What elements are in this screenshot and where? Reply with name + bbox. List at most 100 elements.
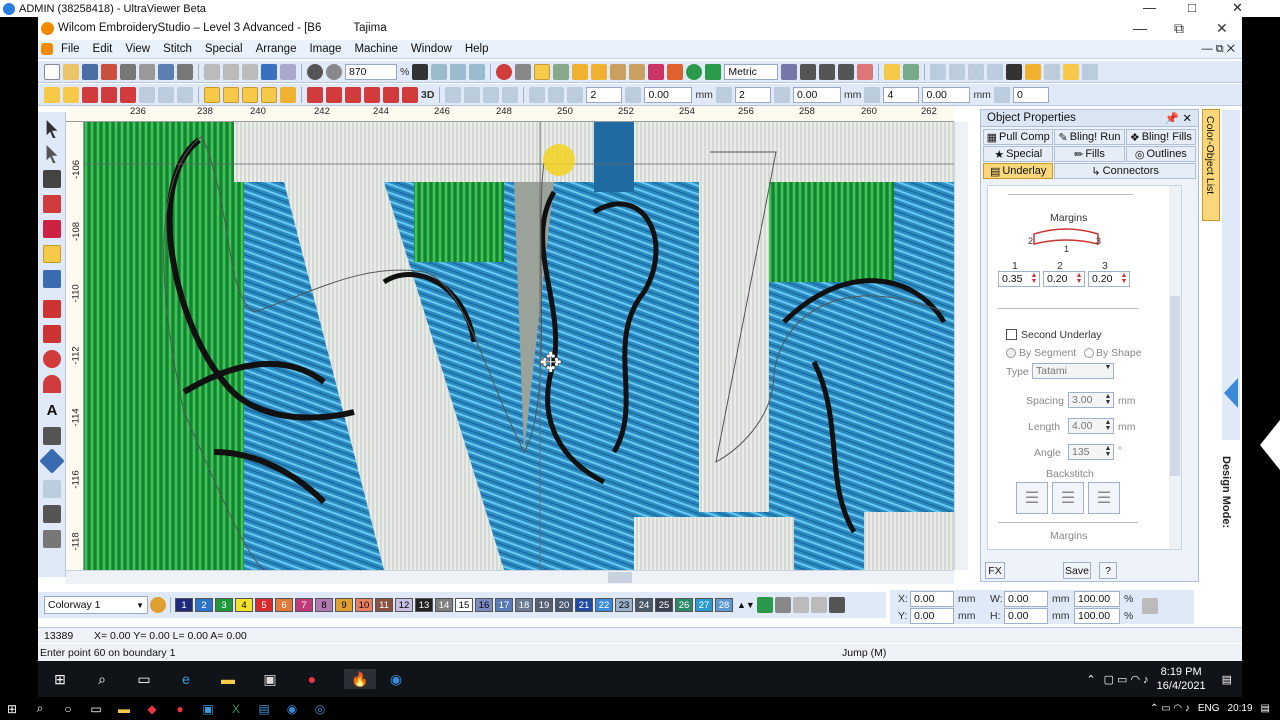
fill-tool-icon[interactable]: [43, 270, 61, 288]
undo-icon[interactable]: [261, 63, 277, 80]
knife-icon[interactable]: [43, 505, 61, 523]
print-preview-icon[interactable]: [139, 63, 155, 80]
color-object-list-tab[interactable]: Color-Object List: [1202, 109, 1220, 221]
menu-window[interactable]: Window: [411, 43, 452, 55]
reshape-icon[interactable]: [572, 63, 589, 80]
add-color-icon[interactable]: [756, 597, 773, 613]
hatch-tool-icon[interactable]: [43, 530, 61, 548]
more-icon[interactable]: [1082, 63, 1099, 80]
hoop-icon[interactable]: [648, 63, 665, 80]
pattern-icon-3[interactable]: [120, 86, 136, 103]
save-icon[interactable]: [82, 63, 98, 80]
column-spacing-input[interactable]: 0.00: [792, 86, 841, 103]
align-icon[interactable]: [930, 63, 947, 80]
columns-icon[interactable]: [715, 86, 732, 103]
color-chip-26[interactable]: 26: [675, 598, 693, 612]
table-icon-2[interactable]: [819, 63, 836, 80]
pattern-icon-2[interactable]: [101, 86, 117, 103]
tab-special[interactable]: ★ Special: [983, 146, 1054, 162]
colorway-select[interactable]: Colorway 1 ▼: [44, 596, 148, 614]
paste-icon[interactable]: [242, 63, 258, 80]
windows-start-icon-local[interactable]: ⊞: [2, 699, 22, 719]
color-chip-16[interactable]: 16: [475, 598, 493, 612]
remove-color-icon[interactable]: [774, 597, 791, 613]
tab-bling-run[interactable]: ✎ Bling! Run: [1054, 129, 1125, 145]
task-view-icon[interactable]: ▭: [134, 669, 154, 689]
export-icon[interactable]: [101, 63, 117, 80]
radius-input[interactable]: 0.00: [922, 86, 971, 103]
transform-icon-4[interactable]: [502, 86, 519, 103]
canvas-horizontal-scrollbar[interactable]: [66, 570, 954, 584]
cortana-icon[interactable]: ○: [58, 699, 78, 719]
spin-arrows-icon[interactable]: ▲ ▼: [1030, 272, 1038, 285]
print-icon[interactable]: [120, 63, 136, 80]
zoom-prev-icon[interactable]: [469, 63, 486, 80]
color-chip-3[interactable]: 3: [215, 598, 233, 612]
expand-arrow-icon[interactable]: [1224, 378, 1238, 408]
contour-icon[interactable]: [139, 86, 155, 103]
active-fill-icon-3[interactable]: [242, 86, 258, 103]
store-icon[interactable]: ▣: [260, 669, 280, 689]
app-restore-button[interactable]: ⧉: [1174, 20, 1184, 37]
send-to-machine-icon[interactable]: [158, 63, 174, 80]
menu-view[interactable]: View: [125, 43, 150, 55]
chrome-icon[interactable]: ●: [302, 669, 322, 689]
color-chip-17[interactable]: 17: [495, 598, 513, 612]
menu-machine[interactable]: Machine: [354, 43, 397, 55]
lock-proportions-icon[interactable]: [1142, 598, 1158, 614]
margin-3-input[interactable]: 0.20 ▲ ▼: [1088, 271, 1130, 287]
row-spacing-input[interactable]: 0.00: [644, 86, 693, 103]
windows-start-icon[interactable]: ⊞: [50, 669, 70, 689]
array-icon[interactable]: [529, 86, 546, 103]
columns-input[interactable]: 2: [734, 86, 771, 103]
fabric-icon[interactable]: [903, 63, 920, 80]
color-chip-9[interactable]: 9: [335, 598, 353, 612]
wand-icon[interactable]: [1025, 63, 1042, 80]
tatami-icon[interactable]: [63, 86, 79, 103]
effect-icon-5[interactable]: [383, 86, 399, 103]
wilcom-taskbar-icon[interactable]: 🔥: [344, 669, 376, 689]
angle-input[interactable]: 135 ▲ ▼: [1068, 444, 1114, 460]
rows-input[interactable]: 2: [586, 86, 623, 103]
3d-button[interactable]: 3D: [421, 89, 434, 101]
redo-icon[interactable]: [280, 63, 296, 80]
design-canvas[interactable]: ✥: [84, 122, 954, 570]
applique-icon[interactable]: [43, 480, 61, 498]
tab-outlines[interactable]: ◎ Outlines: [1125, 146, 1196, 162]
color-chip-8[interactable]: 8: [315, 598, 333, 612]
app-minimize-button[interactable]: —: [1133, 20, 1147, 36]
fx-button[interactable]: FX: [985, 562, 1005, 579]
app3-icon-local[interactable]: ▤: [254, 699, 274, 719]
clock[interactable]: 8:19 PM 16/4/2021: [1157, 665, 1206, 693]
app4-icon-local[interactable]: ◎: [310, 699, 330, 719]
color-chip-27[interactable]: 27: [695, 598, 713, 612]
freehand-icon[interactable]: [43, 195, 61, 213]
h-input[interactable]: 0.00: [1004, 608, 1048, 624]
reshape-tool-icon[interactable]: [43, 245, 61, 263]
col-spacing-icon[interactable]: [773, 86, 790, 103]
pattern-icon[interactable]: [82, 86, 98, 103]
circular-array-icon[interactable]: [864, 86, 881, 103]
menu-arrange[interactable]: Arrange: [256, 43, 297, 55]
tray-icons[interactable]: ▢ ▭ ◠ ♪: [1104, 673, 1149, 686]
open-file-icon[interactable]: [63, 63, 79, 80]
angle-icon[interactable]: [993, 86, 1010, 103]
effect-icon-4[interactable]: [364, 86, 380, 103]
color-chip-14[interactable]: 14: [435, 598, 453, 612]
scroll-thumb[interactable]: [608, 572, 632, 583]
effect-icon[interactable]: [307, 86, 323, 103]
stitch-type-icon[interactable]: [496, 63, 513, 80]
active-fill-icon-2[interactable]: [223, 86, 239, 103]
effect-icon-2[interactable]: [326, 86, 342, 103]
color-chip-4[interactable]: 4: [235, 598, 253, 612]
color-chip-28[interactable]: 28: [715, 598, 733, 612]
search-icon-local[interactable]: ⌕: [30, 699, 50, 719]
app2-icon-local[interactable]: ▣: [198, 699, 218, 719]
spin-arrows-icon[interactable]: ▲ ▼: [1075, 272, 1083, 285]
type-select[interactable]: Tatami ▼: [1032, 363, 1114, 379]
copies-input[interactable]: 4: [883, 86, 920, 103]
zoom-selected-icon[interactable]: [450, 63, 467, 80]
panel-scrollbar[interactable]: [1169, 186, 1181, 549]
tray-chevron-icon[interactable]: ⌃: [1086, 673, 1095, 686]
spin-arrows-icon[interactable]: ▲ ▼: [1104, 419, 1112, 432]
